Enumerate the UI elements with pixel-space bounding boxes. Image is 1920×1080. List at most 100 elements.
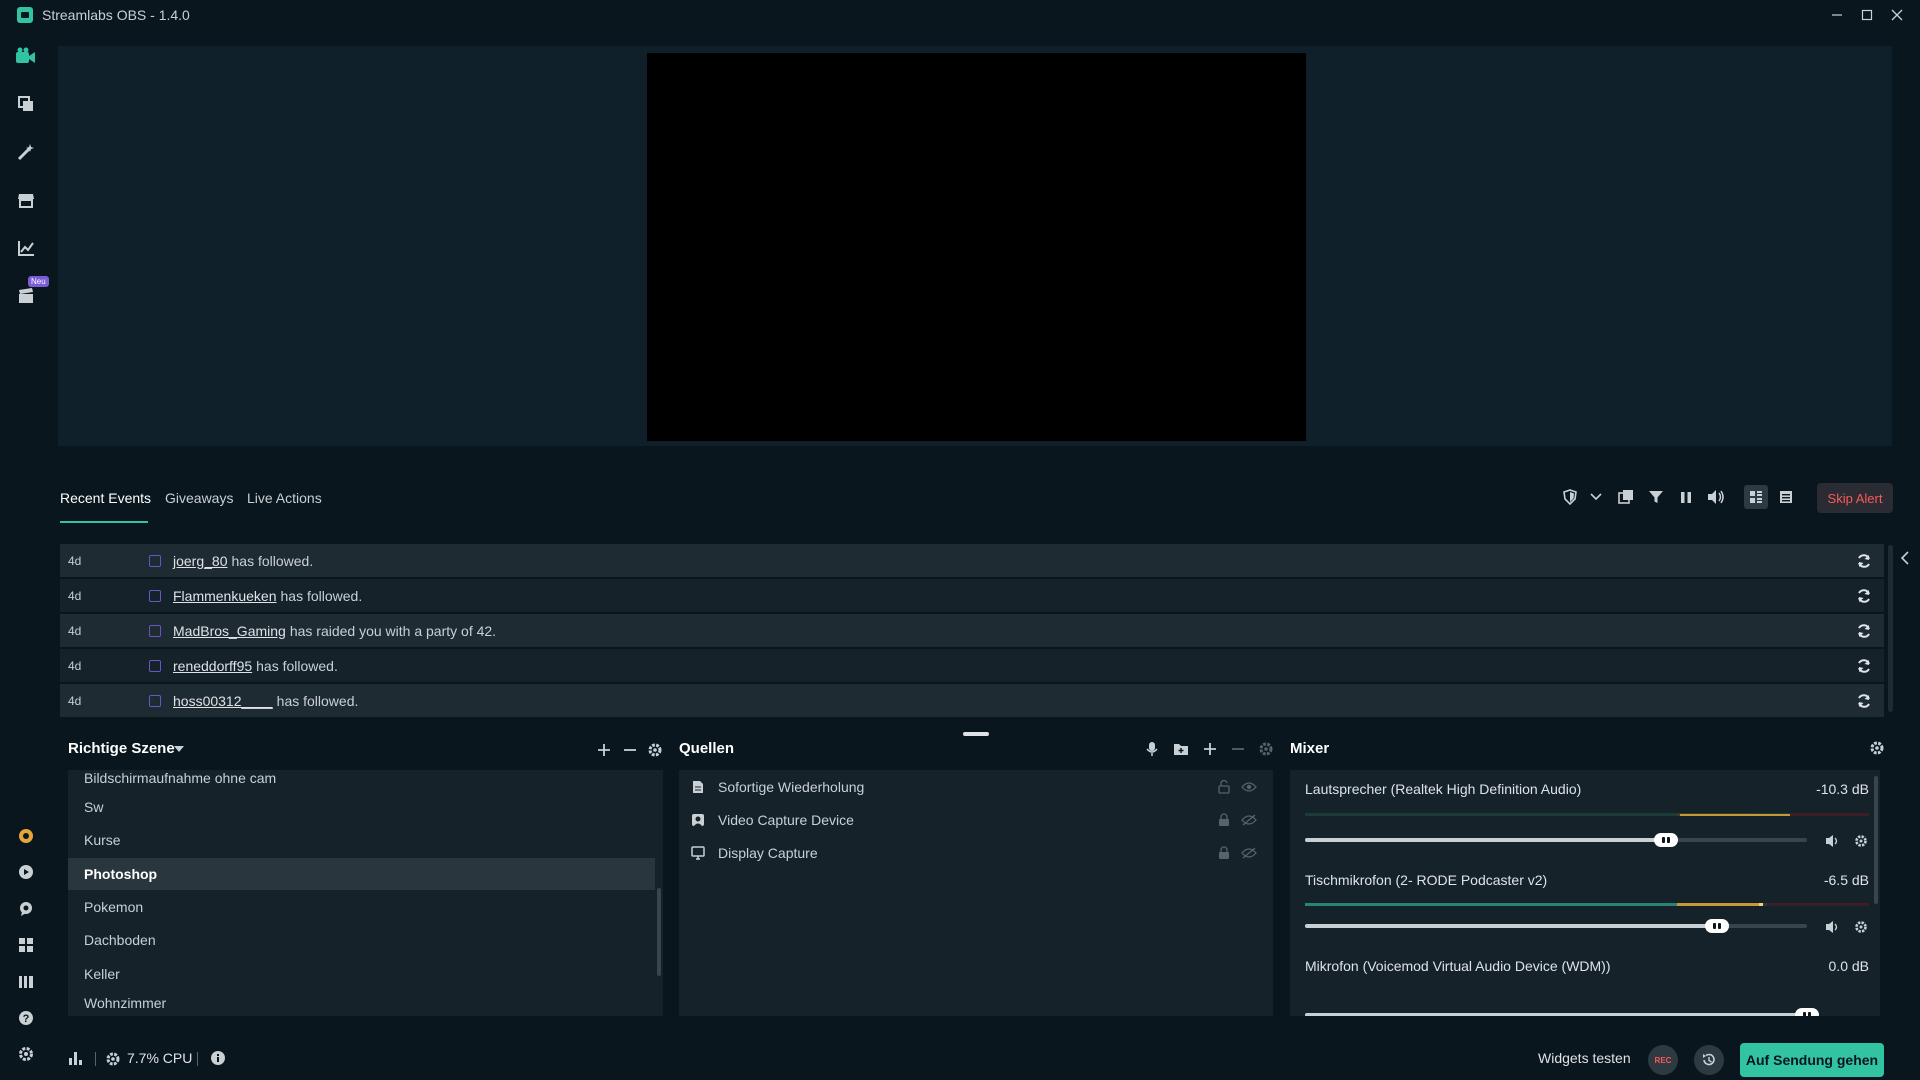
event-user-link[interactable]: MadBros_Gaming — [173, 623, 286, 639]
popout-button[interactable] — [1616, 487, 1636, 507]
nav-help[interactable]: ? — [14, 1006, 38, 1030]
lock-icon[interactable] — [1216, 812, 1232, 828]
volume-slider[interactable] — [1305, 833, 1807, 847]
event-user-link[interactable]: Flammenkueken — [173, 588, 277, 604]
record-button[interactable]: REC — [1648, 1045, 1678, 1075]
event-user-link[interactable]: reneddorff95 — [173, 658, 252, 674]
repeat-alert-button[interactable] — [1854, 691, 1874, 711]
volume-slider-knob[interactable] — [1654, 833, 1679, 847]
add-folder-button[interactable] — [1171, 739, 1191, 759]
volume-slider-knob[interactable] — [1795, 1008, 1819, 1016]
stream-preview[interactable] — [647, 53, 1306, 441]
lock-icon[interactable] — [1216, 845, 1232, 861]
scenes-title[interactable]: Richtige Szene — [68, 740, 175, 757]
eye-icon[interactable] — [1241, 779, 1257, 795]
pause-alerts-button[interactable] — [1676, 487, 1696, 507]
channel-settings-button[interactable] — [1851, 831, 1871, 851]
nav-editor[interactable] — [14, 44, 38, 68]
scene-item[interactable]: Kurse — [68, 824, 655, 856]
nav-highlighter[interactable] — [14, 284, 38, 308]
nav-play[interactable] — [14, 860, 38, 884]
nav-chat[interactable] — [14, 897, 38, 921]
nav-settings[interactable] — [14, 1042, 38, 1066]
event-time: 4d — [68, 658, 82, 673]
performance-button[interactable] — [68, 1050, 84, 1066]
source-item[interactable]: Display Capture — [690, 838, 1265, 868]
remove-source-button[interactable] — [1228, 739, 1248, 759]
event-user-link[interactable]: joerg_80 — [173, 553, 228, 569]
nav-analytics[interactable] — [14, 236, 38, 260]
nav-prime[interactable] — [14, 824, 38, 848]
scene-label: Kurse — [84, 832, 121, 848]
app-logo-icon — [17, 7, 33, 23]
collapse-chat-button[interactable] — [1900, 550, 1910, 566]
view-list-button[interactable] — [1776, 487, 1796, 507]
nav-themes[interactable] — [14, 92, 38, 116]
scene-label: Dachboden — [84, 932, 156, 948]
scene-item[interactable]: Pokemon — [68, 891, 655, 923]
eye-off-icon[interactable] — [1241, 812, 1257, 828]
scene-collection-dropdown[interactable] — [174, 746, 184, 752]
scene-item[interactable]: Keller — [68, 958, 655, 990]
safe-mode-button[interactable] — [1560, 487, 1580, 507]
eye-off-icon[interactable] — [1241, 845, 1257, 861]
refresh-icon — [1858, 554, 1870, 568]
test-widgets-button[interactable]: Widgets testen — [1538, 1050, 1631, 1066]
nav-store[interactable] — [14, 188, 38, 212]
replay-buffer-button[interactable] — [1694, 1045, 1724, 1075]
scene-item[interactable]: Wohnzimmer — [68, 991, 655, 1015]
tab-giveaways[interactable]: Giveaways — [165, 490, 233, 506]
mute-button[interactable] — [1823, 917, 1843, 937]
folder-plus-icon — [1174, 744, 1188, 755]
unlock-icon[interactable] — [1216, 779, 1232, 795]
repeat-alert-button[interactable] — [1854, 621, 1874, 641]
skip-alert-button[interactable]: Skip Alert — [1817, 483, 1893, 513]
safe-mode-dropdown[interactable] — [1586, 487, 1606, 507]
mixer-settings-button[interactable] — [1867, 738, 1887, 758]
source-audio-button[interactable] — [1142, 739, 1162, 759]
tab-recent-events[interactable]: Recent Events — [60, 490, 151, 506]
mixer-scrollbar[interactable] — [1874, 776, 1878, 904]
minimize-icon — [1832, 14, 1842, 16]
scene-item[interactable]: Photoshop — [68, 858, 655, 890]
pause-icon — [1681, 492, 1691, 503]
scene-item[interactable]: Bildschirmaufnahme ohne cam — [68, 766, 655, 786]
mute-button[interactable] — [1823, 831, 1843, 851]
scene-item[interactable]: Dachboden — [68, 924, 655, 956]
source-settings-button[interactable] — [1256, 739, 1276, 759]
repeat-alert-button[interactable] — [1854, 656, 1874, 676]
maximize-button[interactable] — [1852, 0, 1882, 30]
mute-alerts-button[interactable] — [1706, 487, 1726, 507]
nav-studio-mode[interactable] — [14, 970, 38, 994]
channel-settings-button[interactable] — [1851, 917, 1871, 937]
volume-slider[interactable] — [1305, 1008, 1819, 1016]
remove-scene-button[interactable] — [620, 740, 640, 760]
scene-settings-button[interactable] — [645, 740, 665, 760]
event-row: 4d joerg_80 has followed. — [60, 544, 1884, 577]
scenes-scrollbar[interactable] — [657, 888, 661, 976]
filter-button[interactable] — [1646, 487, 1666, 507]
scene-item[interactable]: Sw — [68, 791, 655, 823]
events-scrollbar[interactable] — [1888, 545, 1893, 712]
repeat-alert-button[interactable] — [1854, 551, 1874, 571]
go-live-button[interactable]: Auf Sendung gehen — [1740, 1043, 1884, 1077]
source-item[interactable]: Sofortige Wiederholung — [690, 772, 1265, 802]
add-source-button[interactable] — [1200, 739, 1220, 759]
add-scene-button[interactable] — [594, 740, 614, 760]
events-resize-handle[interactable] — [963, 732, 989, 736]
scene-label: Wohnzimmer — [84, 995, 167, 1011]
source-item[interactable]: Video Capture Device — [690, 805, 1265, 835]
view-grid-button[interactable] — [1744, 485, 1768, 509]
info-button[interactable] — [210, 1050, 226, 1066]
minimize-button[interactable] — [1822, 0, 1852, 30]
event-user-link[interactable]: hoss00312____ — [173, 693, 273, 709]
new-badge: Neu — [28, 276, 49, 287]
nav-tools[interactable] — [14, 140, 38, 164]
volume-slider[interactable] — [1305, 919, 1807, 933]
volume-slider-knob[interactable] — [1704, 919, 1729, 933]
close-button[interactable] — [1882, 0, 1912, 30]
tab-live-actions[interactable]: Live Actions — [247, 490, 322, 506]
nav-layout[interactable] — [14, 933, 38, 957]
repeat-alert-button[interactable] — [1854, 586, 1874, 606]
event-row: 4d MadBros_Gaming has raided you with a … — [60, 614, 1884, 647]
